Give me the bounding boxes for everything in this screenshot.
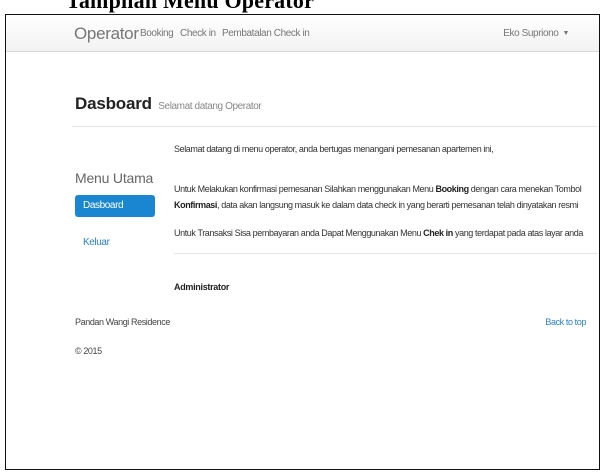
user-name: Eko Suprionо — [503, 28, 559, 39]
footer-copyright: © 2015 — [75, 346, 102, 356]
browser-viewport: Operator Booking Check in Pembatalan Che… — [5, 14, 600, 470]
sidebar-item-keluar[interactable]: Keluar — [83, 237, 110, 248]
nav-link-check-in[interactable]: Check in — [180, 28, 216, 39]
chek-in-keyword: Chek in — [423, 228, 453, 238]
welcome-paragraph: Selamat datang di menu operator, anda be… — [174, 144, 494, 154]
p3-text-post: yang terdapat pada atas layar anda — [452, 228, 583, 238]
p2-text-mid: dengan cara menekan Tombol — [468, 184, 582, 194]
signature: Administrator — [174, 282, 230, 292]
navbar-brand[interactable]: Operator — [74, 24, 139, 44]
payment-instructions: Untuk Transaksi Sisa pembayaran anda Dap… — [174, 225, 599, 241]
booking-instructions: Untuk Melakukan konfirmasi pemesanan Sil… — [174, 181, 599, 213]
booking-keyword: Booking — [435, 184, 469, 194]
back-to-top-link[interactable]: Back to top — [545, 317, 586, 327]
konfirmasi-keyword: Konfirmasi — [174, 200, 218, 210]
user-dropdown[interactable]: Eko Suprionо ▼ — [503, 28, 569, 39]
navbar: Operator Booking Check in Pembatalan Che… — [6, 15, 599, 52]
footer-company: Pandan Wangi Residence — [75, 317, 170, 327]
caption-text: Tampilan Menu Operator — [66, 0, 315, 13]
sidebar-item-dasboard[interactable]: Dasboard — [75, 195, 155, 217]
p3-text-pre: Untuk Transaksi Sisa pembayaran anda Dap… — [174, 228, 424, 238]
page-title: Dasboard — [75, 94, 152, 113]
p2-text-pre: Untuk Melakukan konfirmasi pemesanan Sil… — [174, 184, 436, 194]
content-divider — [174, 253, 598, 254]
sidebar-title: Menu Utama — [75, 170, 154, 186]
header-divider — [72, 126, 598, 127]
page-header: Dasboard Selamat datang Operator — [75, 94, 262, 114]
page-subtitle: Selamat datang Operator — [158, 101, 262, 112]
chevron-down-icon: ▼ — [562, 30, 569, 37]
p2-text-post: , data akan langsung masuk ke dalam data… — [217, 200, 579, 210]
nav-link-booking[interactable]: Booking — [140, 28, 174, 39]
nav-link-pembatalan-check-in[interactable]: Pembatalan Check in — [222, 28, 310, 39]
